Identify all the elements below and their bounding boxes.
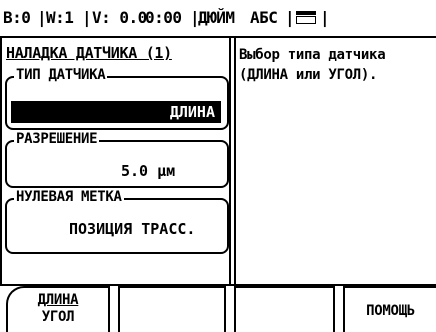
softkey-3[interactable] <box>234 286 335 332</box>
sensor-type-label: ТИП ДАТЧИКА <box>14 67 108 83</box>
sensor-type-field[interactable]: ДЛИНА <box>11 101 221 123</box>
help-text: Выбор типа датчика (ДЛИНА или УГОЛ). <box>239 45 433 85</box>
softkey-length-angle[interactable]: ДЛИНА УГОЛ <box>6 286 110 332</box>
ref-mark-value: ПОЗИЦИЯ ТРАСС. <box>69 220 196 238</box>
softkey-2[interactable] <box>118 286 226 332</box>
help-button-label: ПОМОЩЬ <box>366 303 415 319</box>
resolution-group[interactable] <box>5 140 229 188</box>
help-button[interactable]: ПОМОЩЬ <box>343 286 436 332</box>
status-bar: B:0 | W:1 | V: 0.0 0:00 | ДЮЙМ АБС | | <box>3 8 330 27</box>
units-status: ДЮЙМ <box>198 8 235 27</box>
help-line-2: (ДЛИНА или УГОЛ). <box>239 67 378 83</box>
ref-mark-label: НУЛЕВАЯ МЕТКА <box>14 189 124 205</box>
frame-left <box>0 36 2 286</box>
tool-status: W:1 <box>46 8 74 27</box>
sensor-type-value: ДЛИНА <box>169 103 215 121</box>
time-status: 0:00 <box>145 8 182 27</box>
softkey-length-label: ДЛИНА <box>37 292 79 308</box>
panel-divider-2 <box>234 36 236 286</box>
status-divider <box>0 36 436 38</box>
mode-status: АБС <box>250 8 278 27</box>
feed-status: V: 0.0 <box>92 8 147 27</box>
help-line-1: Выбор типа датчика <box>239 47 386 63</box>
page-title: НАЛАДКА ДАТЧИКА (1) <box>6 44 172 62</box>
resolution-label: РАЗРЕШЕНИЕ <box>14 131 100 147</box>
axis-status: B:0 <box>3 8 31 27</box>
panel-divider <box>229 36 231 286</box>
keyboard-icon <box>296 11 316 24</box>
softkey-angle-label: УГОЛ <box>41 309 75 325</box>
resolution-value: 5.0 μм <box>121 162 176 180</box>
